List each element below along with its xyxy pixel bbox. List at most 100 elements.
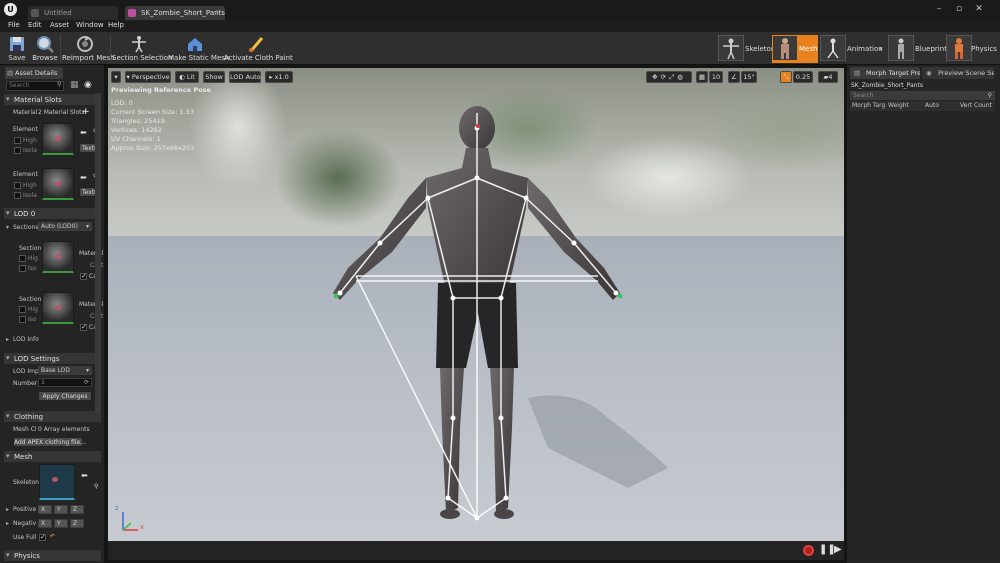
reimport-mesh-button[interactable]: Reimport Mesh	[62, 32, 115, 65]
rotation-snap-toggle[interactable]: ∠	[728, 71, 740, 83]
morph-search-input[interactable]: Search ⚲	[850, 91, 995, 100]
clothing-section[interactable]: Clothing	[4, 411, 101, 422]
menu-edit[interactable]: Edit	[28, 21, 42, 29]
arrow-left-icon[interactable]: ⬅	[81, 471, 88, 480]
chevron-down-icon[interactable]: ▾	[879, 45, 883, 53]
mesh-section[interactable]: Mesh	[4, 451, 101, 462]
use-full-precision-checkbox[interactable]	[39, 533, 46, 541]
eye-icon[interactable]: ◉	[84, 80, 92, 90]
browse-asset-icon[interactable]: ⚲	[94, 483, 98, 490]
highlight-checkbox[interactable]	[19, 255, 26, 262]
close-icon[interactable]: ✕	[972, 3, 986, 15]
negative-z-field[interactable]: Z	[70, 519, 84, 528]
expand-arrow-icon[interactable]: ▾	[6, 224, 9, 231]
grid-view-icon[interactable]: ▦	[70, 80, 79, 90]
show-button[interactable]: Show	[203, 71, 225, 83]
expand-arrow-icon[interactable]: ▸	[6, 506, 9, 513]
lod-auto-button[interactable]: LOD Auto	[229, 71, 261, 83]
negative-x-field[interactable]: X	[38, 519, 52, 528]
positive-z-field[interactable]: Z	[70, 505, 84, 514]
section-material-thumbnail[interactable]	[42, 292, 74, 324]
lod-settings-section[interactable]: LOD Settings	[4, 353, 101, 364]
menu-file[interactable]: File	[8, 21, 20, 29]
highlight-checkbox[interactable]	[14, 137, 21, 144]
cast-shadow-checkbox[interactable]	[80, 323, 87, 331]
mode-animation[interactable]: Animation ▾	[820, 35, 886, 63]
positive-y-field[interactable]: Y	[54, 505, 68, 514]
rotation-snap-dropdown[interactable]: 15°	[741, 71, 757, 83]
scale-snap-dropdown[interactable]: 0.25	[793, 71, 813, 83]
lod-import-dropdown[interactable]: Base LOD ▾	[38, 366, 92, 375]
transform-tools[interactable]: ✥⟳⤢◍	[646, 71, 692, 83]
sections-dropdown[interactable]: Auto (LOD0) ▾	[38, 222, 92, 231]
details-scrollbar[interactable]	[95, 93, 101, 413]
lit-button[interactable]: ◐ Lit	[175, 71, 199, 83]
unreal-logo-icon[interactable]: U	[4, 3, 17, 16]
section-selection-button[interactable]: Section Selection	[112, 32, 173, 65]
tab-sk-zombie-short-pants[interactable]: SK_Zombie_Short_Pants ×	[125, 6, 225, 20]
positive-x-field[interactable]: X	[38, 505, 52, 514]
column-weight[interactable]: Weight	[888, 102, 909, 109]
mode-blueprint[interactable]: Blueprint	[888, 35, 947, 63]
viewport-options-button[interactable]: ▾	[111, 71, 121, 83]
expand-arrow-icon[interactable]: ▸	[6, 336, 9, 343]
browse-button[interactable]: Browse	[32, 32, 58, 65]
column-vert-count[interactable]: Vert Count	[960, 102, 992, 109]
highlight-label: Hig	[28, 255, 38, 262]
add-icon[interactable]: +	[82, 107, 90, 117]
highlight-checkbox[interactable]	[19, 306, 26, 313]
mode-mesh[interactable]: Mesh	[772, 35, 818, 63]
number-of-lods-input[interactable]: 1 ⟳	[38, 378, 92, 387]
grid-snap-toggle[interactable]: ▦	[696, 71, 708, 83]
make-static-mesh-button[interactable]: Make Static Mesh	[168, 32, 229, 65]
column-auto[interactable]: Auto	[925, 102, 939, 109]
camera-speed-dropdown[interactable]: ▰4	[818, 71, 838, 83]
material-slots-section[interactable]: Material Slots	[4, 94, 101, 105]
cast-shadow-checkbox[interactable]	[80, 272, 87, 280]
activate-cloth-paint-button[interactable]: Activate Cloth Paint	[224, 32, 293, 65]
zombie-character-mesh[interactable]	[108, 68, 844, 541]
isolate-checkbox[interactable]	[14, 147, 21, 154]
isolate-checkbox[interactable]	[14, 192, 21, 199]
menu-help[interactable]: Help	[108, 21, 124, 29]
maximize-icon[interactable]: ▫	[952, 3, 966, 15]
column-morph-target[interactable]: Morph Targ	[852, 102, 885, 109]
asset-details-tab[interactable]: ▤ Asset Details	[5, 67, 63, 79]
expand-arrow-icon[interactable]: ▸	[6, 520, 9, 527]
isolate-checkbox[interactable]	[19, 265, 26, 272]
reset-to-default-icon[interactable]: ↶	[50, 533, 55, 540]
details-search-input[interactable]: Search	[6, 81, 64, 91]
perspective-button[interactable]: ▾ Perspective	[125, 71, 171, 83]
scale-snap-toggle[interactable]: ⤡	[780, 71, 792, 83]
section-material-thumbnail[interactable]	[42, 241, 74, 273]
material-thumbnail[interactable]	[42, 123, 74, 155]
tab-untitled[interactable]: Untitled	[28, 6, 118, 20]
menu-window[interactable]: Window	[76, 21, 104, 29]
negative-y-field[interactable]: Y	[54, 519, 68, 528]
add-apex-clothing-button[interactable]: Add APEX clothing file...	[13, 437, 86, 447]
play-icon[interactable]: ▶	[834, 544, 842, 555]
menu-asset[interactable]: Asset	[50, 21, 69, 29]
minimize-icon[interactable]: –	[932, 3, 946, 15]
viewport[interactable]: ▾ ▾ Perspective ◐ Lit Show LOD Auto ▸ x1…	[108, 68, 844, 560]
close-tab-icon[interactable]: ×	[215, 8, 221, 16]
tab-morph-target-preview[interactable]: ▤ Morph Target Pre	[850, 67, 920, 79]
highlight-checkbox[interactable]	[14, 182, 21, 189]
number-of-lods-value: 1	[41, 379, 45, 386]
mode-skeleton[interactable]: Skeleton	[718, 35, 775, 63]
apply-changes-button[interactable]: Apply Changes	[38, 391, 92, 401]
playback-speed-button[interactable]: ▸ x1.0	[265, 71, 293, 83]
lod0-section[interactable]: LOD 0	[4, 208, 101, 219]
physics-section[interactable]: Physics	[4, 550, 101, 561]
isolate-checkbox[interactable]	[19, 316, 26, 323]
record-icon[interactable]	[803, 545, 814, 556]
grid-size-dropdown[interactable]: 10	[709, 71, 723, 83]
reset-icon[interactable]: ⟳	[84, 379, 89, 386]
mode-physics[interactable]: Physics	[946, 35, 998, 63]
arrow-left-icon[interactable]: ⬅	[80, 128, 87, 137]
skeleton-thumbnail[interactable]	[39, 464, 75, 500]
save-button[interactable]: Save	[4, 32, 30, 65]
arrow-left-icon[interactable]: ⬅	[80, 173, 87, 182]
material-thumbnail[interactable]	[42, 168, 74, 200]
tab-preview-scene-settings[interactable]: ◉ Preview Scene Se	[922, 67, 994, 79]
